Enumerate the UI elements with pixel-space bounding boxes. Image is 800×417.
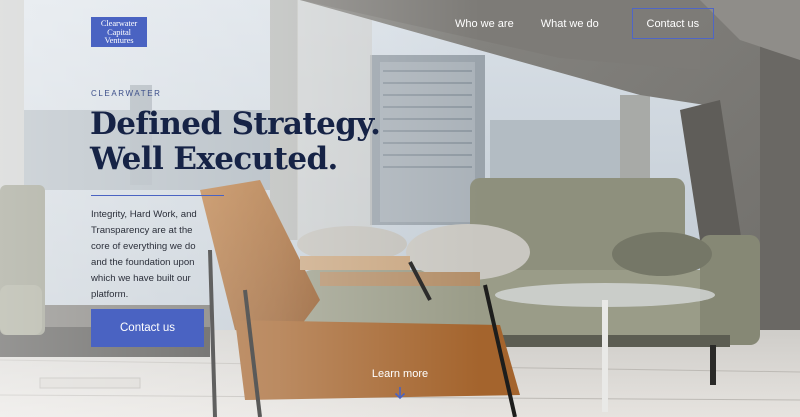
- hero-headline: Defined Strategy. Well Executed.: [90, 106, 381, 177]
- nav-link-who-we-are[interactable]: Who we are: [455, 18, 514, 30]
- learn-more-link[interactable]: Learn more: [363, 368, 437, 380]
- headline-line-1: Defined Strategy.: [90, 106, 381, 142]
- logo-line-3: Ventures: [104, 35, 134, 45]
- brand-logo[interactable]: Clearwater Capital Ventures: [91, 17, 147, 47]
- hero-eyebrow: CLEARWATER: [91, 89, 162, 98]
- nav-contact-button[interactable]: Contact us: [631, 8, 714, 39]
- arrow-down-icon[interactable]: [393, 386, 407, 400]
- hero-contact-button[interactable]: Contact us: [91, 309, 204, 347]
- main-nav: Who we are What we do Contact us: [455, 8, 714, 39]
- headline-line-2: Well Executed.: [90, 141, 338, 177]
- headline-divider: [91, 195, 224, 196]
- hero-body-text: Integrity, Hard Work, and Transparency a…: [91, 209, 197, 300]
- nav-link-what-we-do[interactable]: What we do: [541, 18, 599, 30]
